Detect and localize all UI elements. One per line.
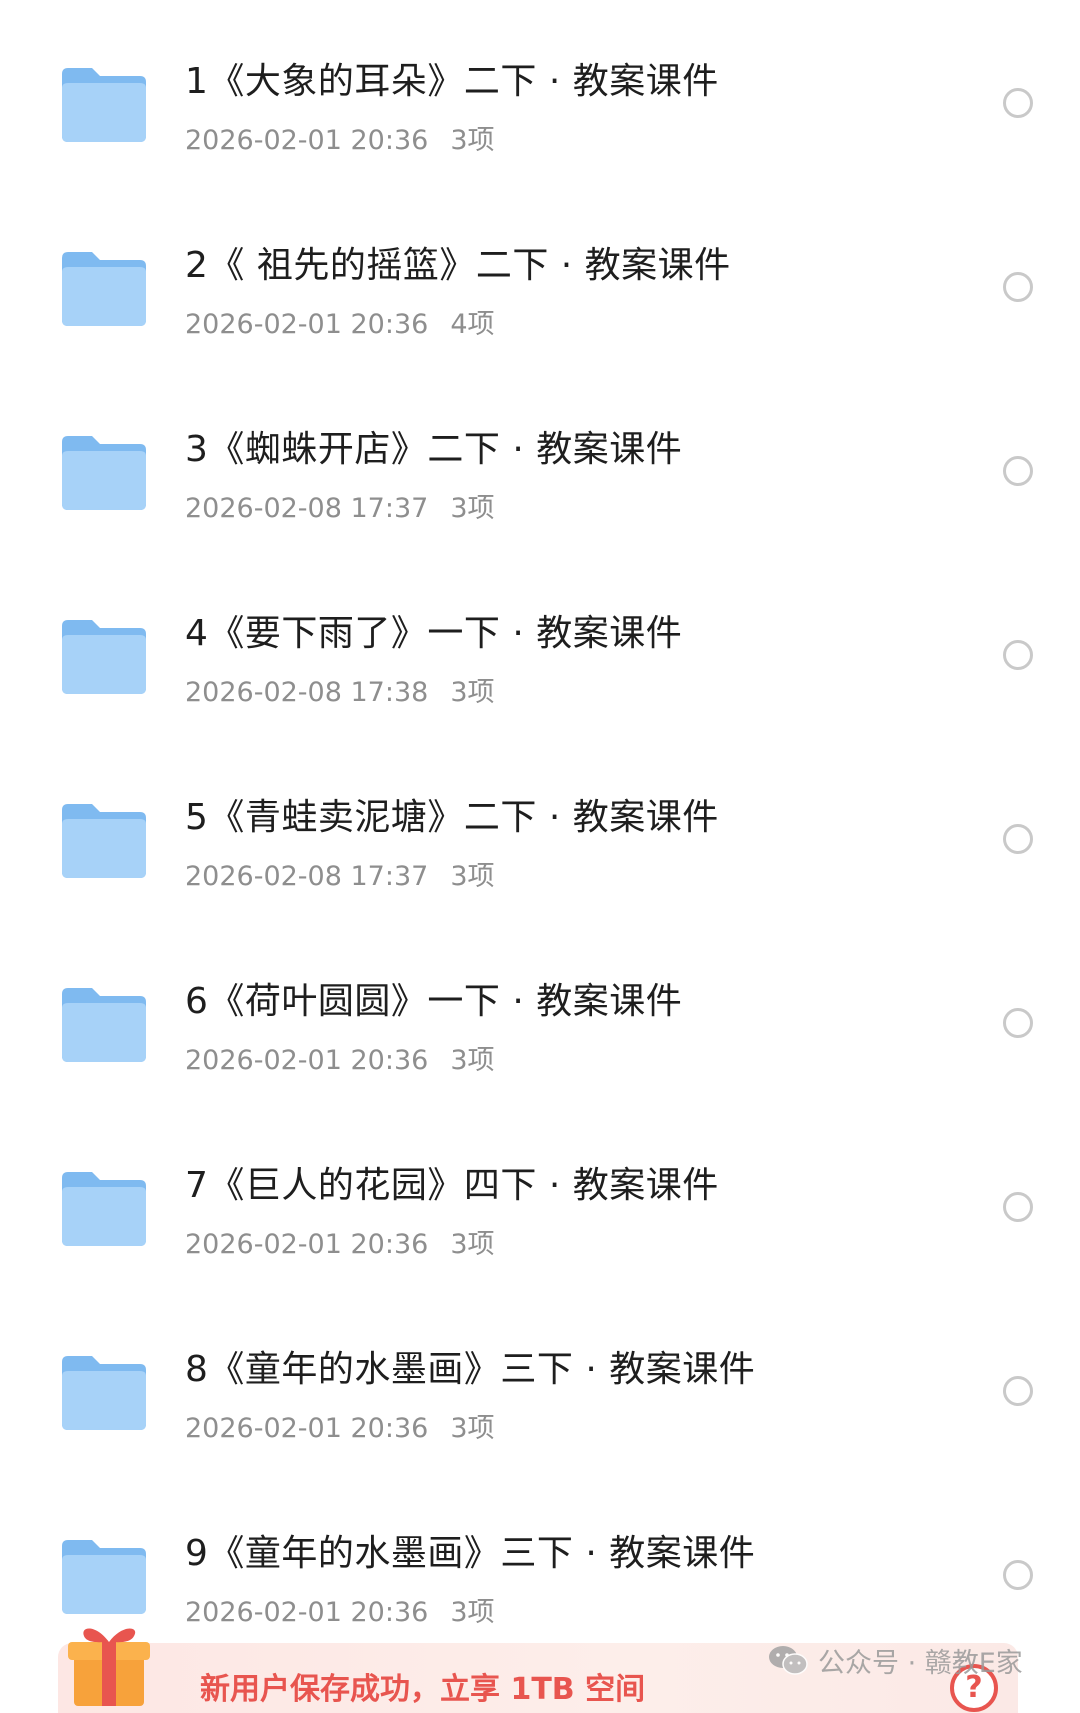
file-date: 2026-02-08 17:37 <box>185 861 429 892</box>
file-title: 2《 祖先的摇篮》二下 · 教案课件 <box>185 245 731 286</box>
file-count: 3项 <box>450 1045 495 1076</box>
file-title: 6《荷叶圆圆》一下 · 教案课件 <box>185 981 683 1022</box>
file-row[interactable]: 5《青蛙卖泥塘》二下 · 教案课件 2026-02-08 17:37 3项 <box>0 736 1080 920</box>
file-meta: 2026-02-01 20:36 3项 <box>185 118 495 157</box>
select-radio[interactable] <box>1003 824 1033 854</box>
file-row[interactable]: 2《 祖先的摇篮》二下 · 教案课件 2026-02-01 20:36 4项 <box>0 184 1080 368</box>
file-row[interactable]: 3《蜘蛛开店》二下 · 教案课件 2026-02-08 17:37 3项 <box>0 368 1080 552</box>
file-title: 4《要下雨了》一下 · 教案课件 <box>185 613 683 654</box>
file-count: 4项 <box>450 309 495 340</box>
file-row[interactable]: 1《大象的耳朵》二下 · 教案课件 2026-02-01 20:36 3项 <box>0 0 1080 184</box>
watermark: 公众号 · 赣教E家 <box>768 1640 1023 1680</box>
file-row[interactable]: 7《巨人的花园》四下 · 教案课件 2026-02-01 20:36 3项 <box>0 1104 1080 1288</box>
select-radio[interactable] <box>1003 456 1033 486</box>
file-title: 1《大象的耳朵》二下 · 教案课件 <box>185 61 719 102</box>
file-title: 3《蜘蛛开店》二下 · 教案课件 <box>185 429 683 470</box>
select-radio[interactable] <box>1003 640 1033 670</box>
file-date: 2026-02-01 20:36 <box>185 309 429 340</box>
file-meta: 2026-02-08 17:38 3项 <box>185 670 495 709</box>
file-count: 3项 <box>450 1597 495 1628</box>
file-row[interactable]: 8《童年的水墨画》三下 · 教案课件 2026-02-01 20:36 3项 <box>0 1288 1080 1472</box>
file-row[interactable]: 4《要下雨了》一下 · 教案课件 2026-02-08 17:38 3项 <box>0 552 1080 736</box>
gift-icon <box>60 1618 170 1708</box>
folder-icon <box>60 250 148 328</box>
file-count: 3项 <box>450 1229 495 1260</box>
file-count: 3项 <box>450 677 495 708</box>
file-date: 2026-02-01 20:36 <box>185 125 429 156</box>
file-date: 2026-02-01 20:36 <box>185 1413 429 1444</box>
file-date: 2026-02-01 20:36 <box>185 1597 429 1628</box>
watermark-text: 公众号 · 赣教E家 <box>818 1647 1023 1679</box>
folder-icon <box>60 1354 148 1432</box>
file-count: 3项 <box>450 125 495 156</box>
file-title: 9《童年的水墨画》三下 · 教案课件 <box>185 1533 756 1574</box>
file-date: 2026-02-08 17:37 <box>185 493 429 524</box>
file-count: 3项 <box>450 1413 495 1444</box>
file-date: 2026-02-01 20:36 <box>185 1045 429 1076</box>
file-date: 2026-02-01 20:36 <box>185 1229 429 1260</box>
folder-icon <box>60 434 148 512</box>
folder-icon <box>60 1538 148 1616</box>
file-meta: 2026-02-01 20:36 3项 <box>185 1038 495 1077</box>
file-meta: 2026-02-01 20:36 3项 <box>185 1590 495 1629</box>
folder-icon <box>60 66 148 144</box>
file-title: 5《青蛙卖泥塘》二下 · 教案课件 <box>185 797 719 838</box>
folder-icon <box>60 986 148 1064</box>
folder-icon <box>60 802 148 880</box>
promo-text: 新用户保存成功，立享 1TB 空间 <box>200 1672 646 1707</box>
select-radio[interactable] <box>1003 1192 1033 1222</box>
file-meta: 2026-02-01 20:36 3项 <box>185 1222 495 1261</box>
folder-icon <box>60 618 148 696</box>
folder-icon <box>60 1170 148 1248</box>
file-meta: 2026-02-01 20:36 4项 <box>185 302 495 341</box>
file-title: 8《童年的水墨画》三下 · 教案课件 <box>185 1349 756 1390</box>
file-count: 3项 <box>450 493 495 524</box>
file-meta: 2026-02-01 20:36 3项 <box>185 1406 495 1445</box>
select-radio[interactable] <box>1003 1008 1033 1038</box>
select-radio[interactable] <box>1003 1376 1033 1406</box>
file-row[interactable]: 6《荷叶圆圆》一下 · 教案课件 2026-02-01 20:36 3项 <box>0 920 1080 1104</box>
select-radio[interactable] <box>1003 272 1033 302</box>
select-radio[interactable] <box>1003 1560 1033 1590</box>
wechat-icon <box>769 1646 808 1675</box>
file-count: 3项 <box>450 861 495 892</box>
file-meta: 2026-02-08 17:37 3项 <box>185 486 495 525</box>
select-radio[interactable] <box>1003 88 1033 118</box>
file-title: 7《巨人的花园》四下 · 教案课件 <box>185 1165 719 1206</box>
file-date: 2026-02-08 17:38 <box>185 677 429 708</box>
file-meta: 2026-02-08 17:37 3项 <box>185 854 495 893</box>
